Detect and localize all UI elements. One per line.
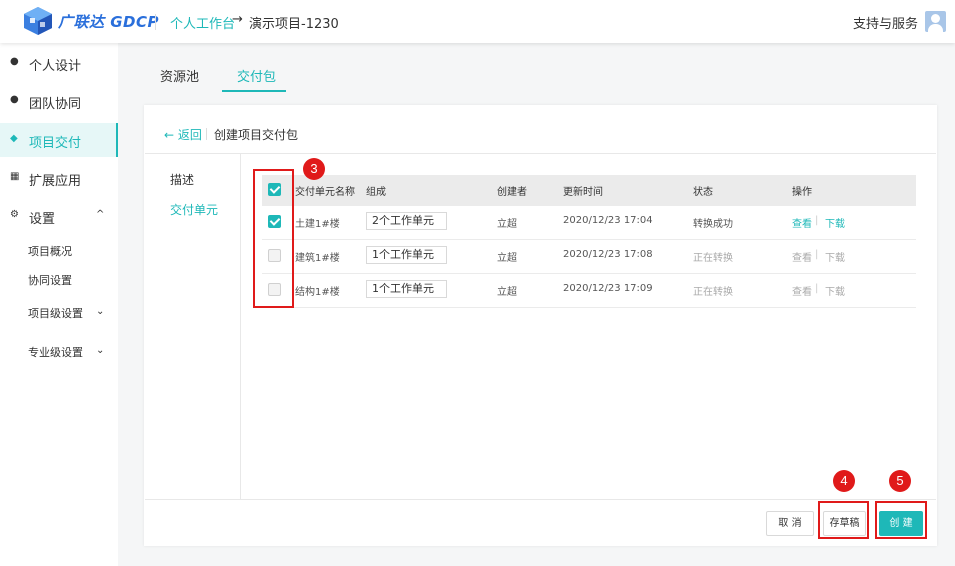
sidebar-item-personal-design[interactable]: ● 个人设计 — [0, 46, 118, 80]
download-link[interactable]: 下载 — [825, 215, 845, 230]
sidebar-item-settings[interactable]: ⚙ 设置 ^ — [0, 199, 118, 233]
row-divider — [262, 273, 916, 274]
sidebar-subitem-project-settings[interactable]: 项目级设置 — [28, 305, 83, 321]
sidebar-item-label: 设置 — [29, 212, 56, 227]
sidebar-item-label: 个人设计 — [29, 59, 82, 74]
avatar[interactable] — [925, 11, 946, 32]
chevron-up-icon: ^ — [96, 209, 105, 220]
annotation-box-create — [875, 501, 927, 539]
chevron-down-icon[interactable]: ⌄ — [96, 306, 104, 317]
updated-time: 2020/12/23 17:08 — [563, 249, 653, 260]
tab-delivery-package[interactable]: 交付包 — [237, 66, 276, 85]
sidebar-subitem-collab-settings[interactable]: 协同设置 — [28, 272, 72, 288]
composition-field[interactable]: 2个工作单元 — [366, 212, 447, 230]
tab-resource-pool[interactable]: 资源池 — [160, 66, 199, 85]
updated-time: 2020/12/23 17:04 — [563, 215, 653, 226]
footer-divider — [145, 499, 936, 500]
column-header-status: 状态 — [693, 187, 713, 198]
composition-field[interactable]: 1个工作单元 — [366, 246, 447, 264]
unit-name: 结构1#楼 — [295, 287, 340, 298]
team-icon: ● — [10, 94, 19, 105]
status-text: 正在转换 — [693, 253, 733, 264]
annotation-box-draft — [818, 501, 869, 539]
annotation-marker-3: 3 — [303, 158, 325, 180]
sidebar-subitem-overview[interactable]: 项目概况 — [28, 243, 72, 259]
sidebar-subitem-discipline-settings[interactable]: 专业级设置 — [28, 344, 83, 360]
action-separator: | — [815, 215, 819, 226]
active-tab-indicator — [222, 90, 286, 92]
updated-time: 2020/12/23 17:09 — [563, 283, 653, 294]
card-vertical-divider — [240, 154, 241, 499]
top-header: 广联达 GDCP 个人工作台 → 演示项目-1230 支持与服务 — [0, 0, 955, 43]
sidebar-item-extensions[interactable]: ▦ 扩展应用 — [0, 161, 118, 195]
grid-icon: ▦ — [10, 171, 20, 182]
unit-name: 建筑1#楼 — [295, 253, 340, 264]
status-text: 正在转换 — [693, 287, 733, 298]
support-link[interactable]: 支持与服务 — [853, 13, 918, 32]
column-header-actions: 操作 — [792, 187, 812, 198]
cancel-button[interactable]: 取 消 — [766, 511, 814, 536]
action-separator: | — [815, 249, 819, 260]
page-title: 创建项目交付包 — [214, 128, 299, 142]
view-link[interactable]: 查看 — [792, 215, 812, 230]
layers-icon: ◆ — [10, 133, 18, 144]
back-link[interactable]: ← 返回 — [164, 126, 202, 143]
column-header-updated: 更新时间 — [563, 187, 603, 198]
breadcrumb-arrow-icon: → — [232, 12, 243, 27]
user-icon: ● — [10, 56, 19, 67]
creator: 立超 — [497, 253, 517, 264]
tab-description[interactable]: 描述 — [170, 171, 194, 188]
sidebar-item-team-collab[interactable]: ● 团队协同 — [0, 84, 118, 118]
column-header-name: 交付单元名称 — [295, 187, 355, 198]
column-header-creator: 创建者 — [497, 187, 527, 198]
action-separator: | — [815, 283, 819, 294]
view-link: 查看 — [792, 287, 812, 298]
creator: 立超 — [497, 287, 517, 298]
breadcrumb-project: 演示项目-1230 — [249, 17, 339, 32]
composition-field[interactable]: 1个工作单元 — [366, 280, 447, 298]
chevron-down-icon[interactable]: ⌄ — [96, 345, 104, 356]
view-link: 查看 — [792, 253, 812, 264]
title-divider — [206, 128, 207, 140]
annotation-box-checkboxes — [253, 169, 294, 308]
brand-name: 广联达 GDCP — [58, 13, 159, 31]
creator: 立超 — [497, 219, 517, 230]
breadcrumb-workspace[interactable]: 个人工作台 — [170, 13, 235, 32]
sidebar-item-label: 项目交付 — [29, 136, 82, 151]
download-link: 下载 — [825, 253, 845, 264]
sidebar-item-label: 扩展应用 — [29, 174, 82, 189]
gdcp-logo-icon[interactable] — [22, 6, 54, 36]
annotation-marker-5: 5 — [889, 470, 911, 492]
sidebar-item-label: 团队协同 — [29, 97, 82, 112]
annotation-marker-4: 4 — [833, 470, 855, 492]
header-divider — [155, 14, 156, 30]
card-divider — [145, 153, 936, 154]
unit-name: 土建1#楼 — [295, 219, 340, 230]
tab-delivery-units[interactable]: 交付单元 — [170, 201, 218, 218]
row-divider — [262, 239, 916, 240]
download-link: 下载 — [825, 287, 845, 298]
column-header-composition: 组成 — [366, 187, 386, 198]
gear-icon: ⚙ — [10, 209, 19, 220]
row-divider — [262, 307, 916, 308]
status-text: 转换成功 — [693, 219, 733, 230]
sidebar-item-project-delivery[interactable]: ◆ 项目交付 — [0, 123, 118, 157]
